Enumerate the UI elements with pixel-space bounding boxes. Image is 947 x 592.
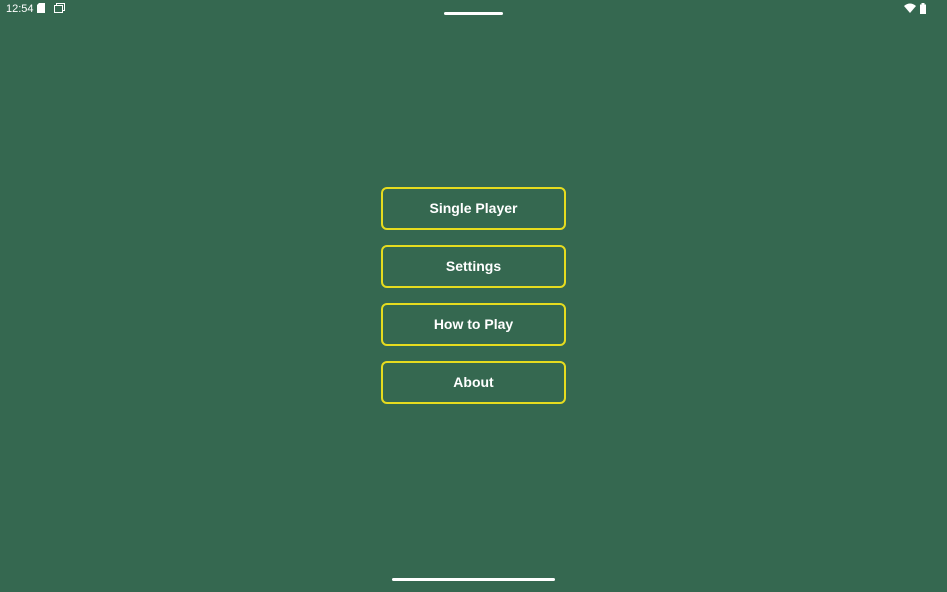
about-button[interactable]: About bbox=[381, 361, 566, 404]
navigation-handle[interactable] bbox=[392, 578, 555, 581]
status-time: 12:54 bbox=[6, 3, 34, 15]
how-to-play-button[interactable]: How to Play bbox=[381, 303, 566, 346]
main-menu: Single Player Settings How to Play About bbox=[381, 187, 566, 419]
main-menu-screen: 12:54 Single Player Settings How to Play… bbox=[0, 0, 947, 592]
top-handle bbox=[444, 12, 503, 15]
status-bar: 12:54 bbox=[0, 0, 947, 18]
sd-card-icon bbox=[37, 3, 45, 13]
screen-cast-icon bbox=[54, 3, 65, 13]
battery-icon bbox=[920, 3, 926, 14]
wifi-icon bbox=[904, 3, 916, 13]
single-player-button[interactable]: Single Player bbox=[381, 187, 566, 230]
settings-button[interactable]: Settings bbox=[381, 245, 566, 288]
